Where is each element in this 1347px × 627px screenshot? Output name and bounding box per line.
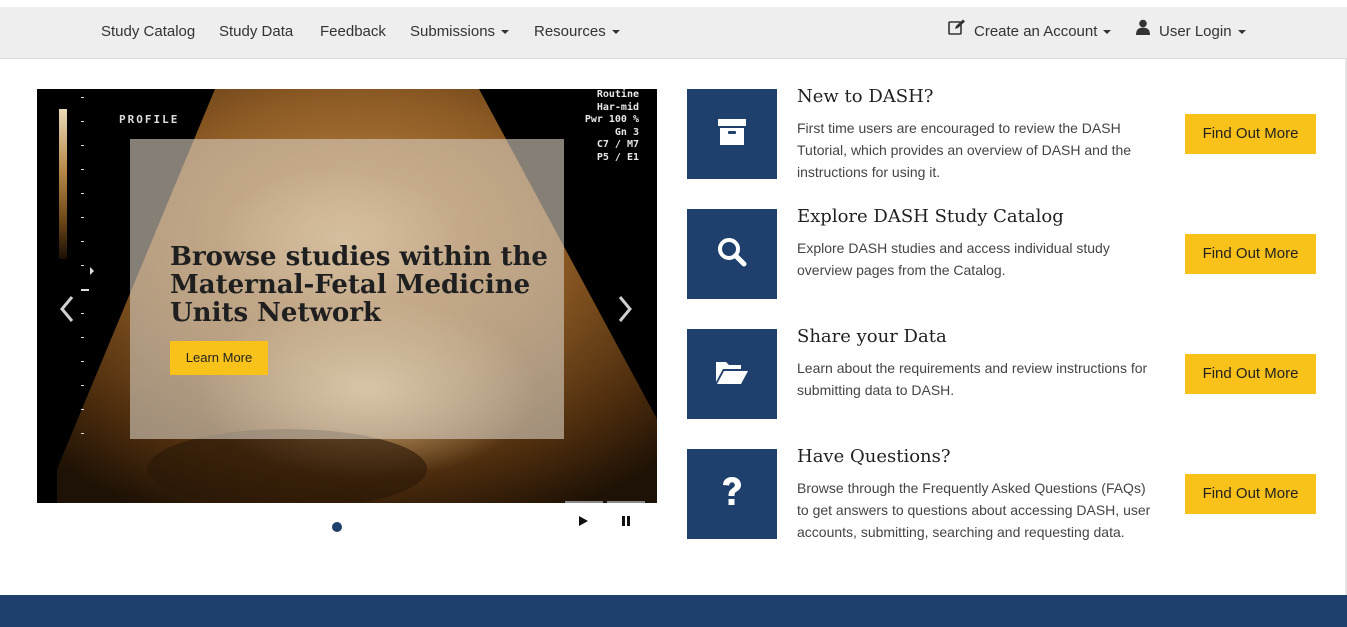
archive-box-icon xyxy=(717,118,747,151)
scan-param: Gn 3 xyxy=(614,126,639,138)
footer-bar xyxy=(0,595,1347,627)
slide-title: Browse studies within the Maternal-Fetal… xyxy=(170,242,548,328)
caret-down-icon xyxy=(611,30,620,35)
feature-title: Share your Data xyxy=(797,326,947,347)
edit-icon xyxy=(948,6,966,56)
feature-title: Have Questions? xyxy=(797,446,951,467)
slide-caption: Browse studies within the Maternal-Fetal… xyxy=(130,139,564,439)
nav-feedback-label: Feedback xyxy=(320,23,386,40)
chevron-left-icon[interactable] xyxy=(57,294,77,324)
nav-study-catalog-label: Study Catalog xyxy=(101,23,196,40)
feature-title: New to DASH? xyxy=(797,86,934,107)
profile-label: PROFILE xyxy=(119,113,180,126)
nav-study-catalog[interactable]: Study Catalog xyxy=(101,7,195,59)
nav-feedback[interactable]: Feedback xyxy=(320,7,386,59)
create-account-dropdown[interactable]: Create an Account xyxy=(948,6,1112,59)
search-icon xyxy=(716,236,748,273)
scan-param: Routine xyxy=(596,89,639,100)
slide-thumb xyxy=(565,501,603,503)
find-out-more-button[interactable]: Find Out More xyxy=(1185,474,1316,514)
slide-thumb xyxy=(607,501,645,503)
find-out-more-button[interactable]: Find Out More xyxy=(1185,354,1316,394)
feature-icon-tile[interactable] xyxy=(687,449,777,539)
nav-resources-dropdown[interactable]: Resources xyxy=(534,7,620,59)
feature-icon-tile[interactable] xyxy=(687,329,777,419)
chevron-right-icon[interactable] xyxy=(615,294,635,324)
user-login-label: User Login xyxy=(1159,23,1232,40)
scan-parameters: Routine Har-mid Pwr 100 % Gn 3 C7 / M7 P… xyxy=(559,89,639,164)
nav-study-data-label: Study Data xyxy=(219,23,294,40)
slide-indicator-dot[interactable] xyxy=(332,522,342,532)
feature-icon-tile[interactable] xyxy=(687,89,777,179)
nav-submissions-label: Submissions xyxy=(410,23,496,40)
create-account-label: Create an Account xyxy=(974,23,1098,40)
scan-param: Pwr 100 % xyxy=(584,114,639,125)
user-login-dropdown[interactable]: User Login xyxy=(1135,7,1246,59)
feature-icon-tile[interactable] xyxy=(687,209,777,299)
grayscale-bar xyxy=(59,109,67,259)
find-out-more-button[interactable]: Find Out More xyxy=(1185,234,1316,274)
feature-description: Explore DASH studies and access individu… xyxy=(797,240,1110,278)
feature-description: First time users are encouraged to revie… xyxy=(797,120,1132,180)
user-icon xyxy=(1135,6,1151,56)
hero-carousel: PROFILE Routine Har-mid Pwr 100 % Gn 3 C… xyxy=(37,89,657,503)
scan-param: C7 / M7 xyxy=(596,139,639,150)
caret-down-icon xyxy=(501,30,510,35)
nav-study-data[interactable]: Study Data xyxy=(219,7,293,59)
top-navbar: Study Catalog Study Data Feedback Submis… xyxy=(0,7,1347,59)
nav-resources-label: Resources xyxy=(534,23,606,40)
learn-more-button[interactable]: Learn More xyxy=(170,341,268,375)
folder-open-icon xyxy=(715,359,749,390)
feature-description: Browse through the Frequently Asked Ques… xyxy=(797,480,1151,540)
scan-param: Har-mid xyxy=(596,101,639,113)
nav-submissions-dropdown[interactable]: Submissions xyxy=(410,7,510,59)
scan-param: P5 / E1 xyxy=(596,151,639,163)
caret-down-icon xyxy=(1103,30,1112,35)
question-icon xyxy=(720,476,744,513)
pause-icon[interactable] xyxy=(618,513,634,529)
play-icon[interactable] xyxy=(576,513,592,529)
feature-description: Learn about the requirements and review … xyxy=(797,360,1148,398)
caret-down-icon xyxy=(1237,30,1246,35)
find-out-more-button[interactable]: Find Out More xyxy=(1185,114,1316,154)
feature-title: Explore DASH Study Catalog xyxy=(797,206,1064,227)
